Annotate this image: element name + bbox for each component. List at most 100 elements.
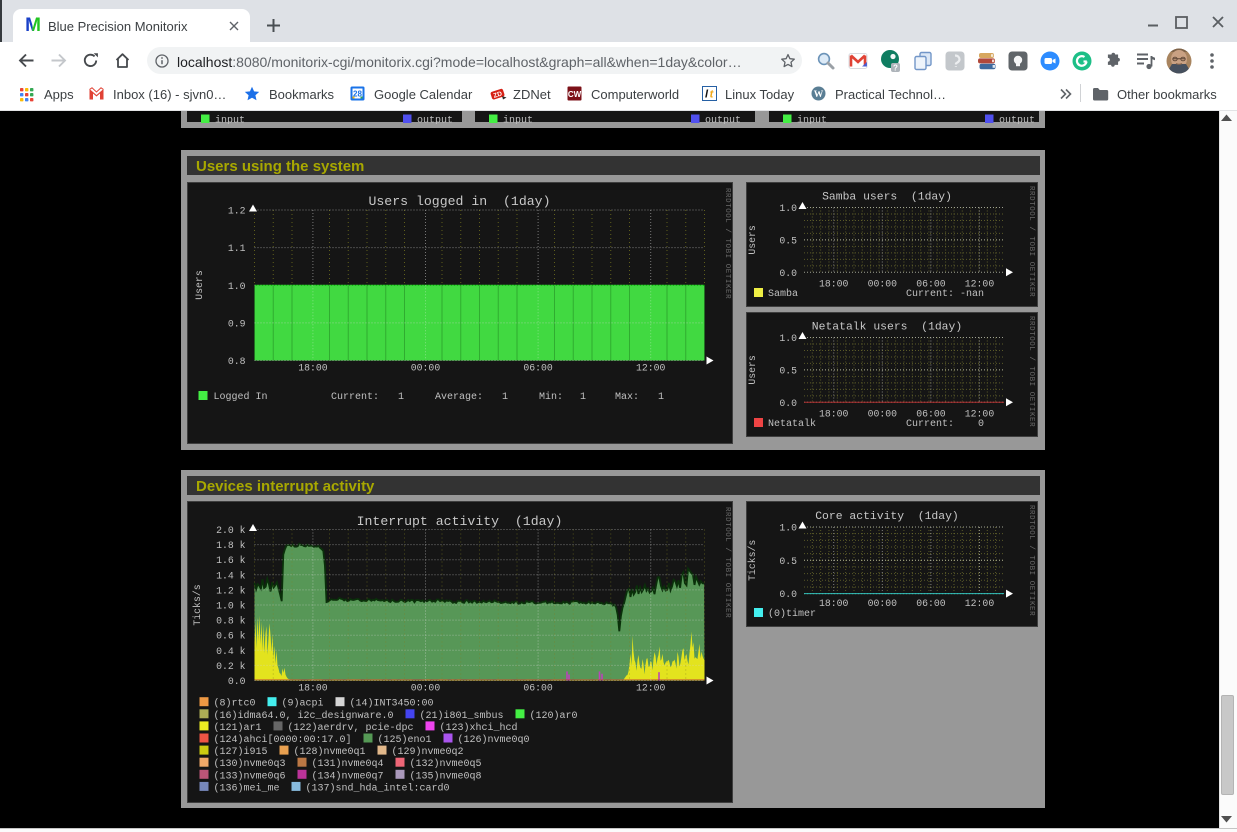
- svg-text:output: output: [417, 116, 453, 125]
- svg-text:0.9: 0.9: [228, 318, 246, 329]
- svg-text:0.0: 0.0: [228, 676, 246, 687]
- svg-text:output: output: [999, 116, 1035, 125]
- svg-text:0.5: 0.5: [779, 365, 797, 376]
- svg-text:RRDTOOL / TOBI OETIKER: RRDTOOL / TOBI OETIKER: [1027, 505, 1035, 616]
- svg-text:(122)aerdrv, pcie-dpc: (122)aerdrv, pcie-dpc: [288, 721, 414, 733]
- svg-text:18:00: 18:00: [818, 598, 848, 609]
- svg-text:Average:: Average:: [435, 392, 483, 403]
- svg-text:18:00: 18:00: [818, 278, 848, 289]
- svg-text:Max:: Max:: [615, 392, 639, 403]
- svg-text:18:00: 18:00: [298, 682, 328, 693]
- svg-text:(128)nvme0q1: (128)nvme0q1: [294, 746, 366, 758]
- svg-text:1: 1: [502, 392, 508, 403]
- svg-text:(134)nvme0q7: (134)nvme0q7: [312, 770, 384, 782]
- svg-text:00:00: 00:00: [411, 362, 441, 373]
- svg-text:(131)nvme0q4: (131)nvme0q4: [312, 758, 384, 770]
- svg-text:0.5: 0.5: [779, 235, 797, 246]
- svg-text:?: ?: [893, 63, 898, 72]
- svg-text:Users: Users: [194, 270, 205, 300]
- svg-text:Users logged in (1day): Users logged in (1day): [368, 194, 550, 209]
- svg-text:1.0: 1.0: [779, 522, 797, 533]
- svg-text:0.0: 0.0: [779, 589, 797, 600]
- svg-text:(133)nvme0q6: (133)nvme0q6: [214, 770, 286, 782]
- svg-text:1.2 k: 1.2 k: [216, 585, 246, 596]
- svg-text:Core activity (1day): Core activity (1day): [815, 511, 959, 523]
- svg-text:RRDTOOL / TOBI OETIKER: RRDTOOL / TOBI OETIKER: [723, 507, 731, 618]
- svg-text:2.0 k: 2.0 k: [216, 525, 246, 536]
- svg-text:(137)snd_hda_intel:card0: (137)snd_hda_intel:card0: [306, 782, 450, 794]
- svg-text:1: 1: [398, 392, 404, 403]
- svg-text:0.8: 0.8: [228, 356, 246, 367]
- svg-text:Users: Users: [747, 355, 758, 385]
- svg-text:(126)nvme0q0: (126)nvme0q0: [458, 734, 530, 746]
- svg-text:input: input: [503, 115, 533, 125]
- svg-text:06:00: 06:00: [916, 278, 946, 289]
- svg-text:0.6 k: 0.6 k: [216, 630, 246, 641]
- svg-text:1.0: 1.0: [779, 333, 797, 344]
- svg-text:1.0: 1.0: [779, 203, 797, 214]
- svg-text:(16)idma64.0, i2c_designware.0: (16)idma64.0, i2c_designware.0: [214, 709, 394, 721]
- svg-text:12:00: 12:00: [964, 278, 994, 289]
- svg-text:(21)i801_smbus: (21)i801_smbus: [420, 709, 504, 721]
- svg-text:(120)ar0: (120)ar0: [530, 709, 578, 721]
- svg-text:1.6 k: 1.6 k: [216, 555, 246, 566]
- svg-text:Current:: Current:: [331, 392, 379, 403]
- svg-text:W: W: [814, 90, 824, 100]
- svg-text:RRDTOOL / TOBI OETIKER: RRDTOOL / TOBI OETIKER: [723, 188, 731, 299]
- svg-text:RRDTOOL / TOBI OETIKER: RRDTOOL / TOBI OETIKER: [1027, 186, 1035, 297]
- svg-text:Interrupt activity (1day): Interrupt activity (1day): [357, 514, 563, 529]
- svg-text:06:00: 06:00: [523, 362, 553, 373]
- svg-text:input: input: [215, 115, 245, 125]
- svg-text:output: output: [705, 116, 741, 125]
- svg-text:1.1: 1.1: [228, 243, 246, 254]
- svg-text:Ticks/s: Ticks/s: [192, 584, 203, 625]
- svg-text:(129)nvme0q2: (129)nvme0q2: [392, 746, 464, 758]
- svg-text:0.0: 0.0: [779, 397, 797, 408]
- svg-text:12:00: 12:00: [636, 362, 666, 373]
- svg-text:1.0: 1.0: [228, 280, 246, 291]
- svg-text:1: 1: [580, 392, 586, 403]
- svg-text:(132)nvme0q5: (132)nvme0q5: [410, 758, 482, 770]
- svg-text:06:00: 06:00: [523, 682, 553, 693]
- svg-text:CW: CW: [568, 90, 582, 99]
- svg-text:Samba users (1day): Samba users (1day): [822, 191, 952, 203]
- svg-text:0.5: 0.5: [779, 555, 797, 566]
- svg-text:(124)ahci[0000:00:17.0]: (124)ahci[0000:00:17.0]: [214, 734, 352, 746]
- svg-text:(123)xhci_hcd: (123)xhci_hcd: [440, 721, 518, 733]
- svg-text:(14)INT3450:00: (14)INT3450:00: [350, 697, 434, 709]
- svg-text:0.4 k: 0.4 k: [216, 645, 246, 656]
- svg-text:(136)mei_me: (136)mei_me: [214, 782, 280, 794]
- svg-text:18:00: 18:00: [298, 362, 328, 373]
- svg-text:RRDTOOL / TOBI OETIKER: RRDTOOL / TOBI OETIKER: [1027, 316, 1035, 427]
- svg-text:06:00: 06:00: [916, 598, 946, 609]
- svg-text:00:00: 00:00: [411, 682, 441, 693]
- svg-text:Current: -nan: Current: -nan: [906, 289, 984, 300]
- svg-text:00:00: 00:00: [867, 598, 897, 609]
- svg-text:(130)nvme0q3: (130)nvme0q3: [214, 758, 286, 770]
- svg-text:12:00: 12:00: [964, 598, 994, 609]
- svg-text:00:00: 00:00: [867, 408, 897, 419]
- svg-text:06:00: 06:00: [916, 408, 946, 419]
- svg-text:(135)nvme0q8: (135)nvme0q8: [410, 770, 482, 782]
- svg-text:Current: 0: Current: 0: [906, 419, 984, 430]
- svg-text:18:00: 18:00: [818, 408, 848, 419]
- svg-text:input: input: [797, 115, 827, 125]
- svg-text:0.0: 0.0: [779, 267, 797, 278]
- svg-text:0.2 k: 0.2 k: [216, 660, 246, 671]
- svg-text:1: 1: [658, 392, 664, 403]
- svg-text:1.4 k: 1.4 k: [216, 570, 246, 581]
- svg-text:Netatalk users (1day): Netatalk users (1day): [811, 321, 961, 333]
- svg-text:Users: Users: [747, 225, 758, 255]
- svg-text:(125)eno1: (125)eno1: [378, 734, 432, 746]
- svg-text:Logged In: Logged In: [214, 391, 268, 403]
- svg-text:Min:: Min:: [539, 391, 563, 403]
- svg-text:(0)timer: (0)timer: [768, 608, 816, 620]
- svg-text:00:00: 00:00: [867, 278, 897, 289]
- svg-text:1.8 k: 1.8 k: [216, 540, 246, 551]
- svg-text:0.8 k: 0.8 k: [216, 615, 246, 626]
- svg-text:1.2: 1.2: [228, 205, 246, 216]
- svg-text:Ticks/s: Ticks/s: [747, 539, 758, 580]
- svg-text:(121)ar1: (121)ar1: [214, 721, 262, 733]
- svg-text:1.0 k: 1.0 k: [216, 600, 246, 611]
- svg-text:12:00: 12:00: [964, 408, 994, 419]
